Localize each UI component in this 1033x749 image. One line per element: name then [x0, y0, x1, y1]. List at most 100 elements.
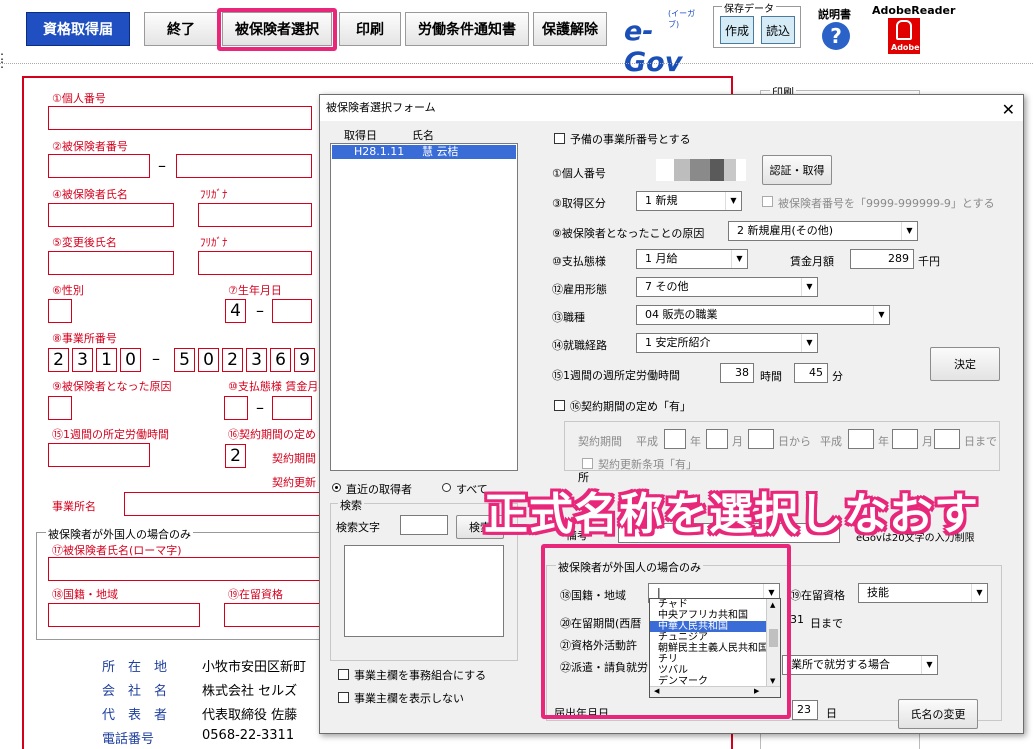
office-digit[interactable]: 2 [48, 348, 69, 372]
cause-select[interactable]: 2 新規雇用(その他) ▼ [728, 221, 918, 241]
insured-number-field-2[interactable] [176, 154, 312, 178]
hours-input[interactable]: 38 [720, 363, 754, 383]
unprotect-button[interactable]: 保護解除 [533, 12, 607, 46]
heisei-label-2: 平成 [820, 435, 842, 448]
print-button[interactable]: 印刷 [339, 12, 401, 46]
weekly-hours-field[interactable] [48, 443, 150, 467]
label-f9: ⑨被保険者となったことの原因 [552, 227, 705, 240]
nationality-field[interactable] [48, 603, 200, 627]
adobe-reader-label: AdobeReader [872, 4, 956, 17]
residence-select[interactable]: 技能 ▼ [858, 583, 988, 603]
cause-field[interactable] [48, 396, 72, 420]
office-digit[interactable]: 3 [72, 348, 93, 372]
adobe-label: Adobe [891, 43, 920, 52]
occupation-select[interactable]: 04 販売の職業 ▼ [636, 305, 890, 325]
search-input[interactable] [400, 515, 448, 535]
help-icon[interactable]: ? [822, 22, 850, 50]
chk-spare-office[interactable] [554, 133, 565, 144]
roman-name-field[interactable] [48, 557, 320, 581]
route-select[interactable]: 1 安定所紹介 ▼ [636, 333, 818, 353]
company-value: 株式会社 セルズ [202, 684, 298, 699]
decide-button[interactable]: 決定 [930, 347, 1000, 381]
birth-era-field[interactable]: 4 [225, 299, 246, 323]
office-digit[interactable]: 9 [294, 348, 315, 372]
insured-number-field-1[interactable] [48, 154, 150, 178]
furigana-field-1[interactable] [198, 203, 312, 227]
employment-select[interactable]: 7 その他 ▼ [636, 277, 818, 297]
spare-office-label: 予備の事業所番号とする [570, 133, 691, 146]
chk-union[interactable] [338, 669, 349, 680]
wage-label: 賃金月額 [790, 255, 834, 268]
close-icon[interactable]: ✕ [1002, 97, 1015, 123]
office-digit[interactable]: 0 [198, 348, 219, 372]
office-digit[interactable]: 0 [120, 348, 141, 372]
office-digit[interactable]: 6 [270, 348, 291, 372]
wage-field[interactable] [272, 396, 312, 420]
office-digit[interactable]: 1 [96, 348, 117, 372]
label-company: 会 社 名 [102, 684, 168, 699]
chk-hide[interactable] [338, 692, 349, 703]
office-digit[interactable]: 3 [246, 348, 267, 372]
birth-date-field[interactable] [272, 299, 312, 323]
labor-notice-button[interactable]: 労働条件通知書 [405, 12, 529, 46]
list-item[interactable]: H28.1.11 慧 云桔 [332, 145, 516, 159]
payment-field[interactable] [224, 396, 248, 420]
residence-until-label: 日まで [810, 617, 843, 630]
chevron-down-icon: ▼ [971, 584, 987, 602]
furigana-field-2[interactable] [198, 251, 312, 275]
search-results[interactable] [344, 545, 504, 637]
chk-insured-num[interactable] [762, 196, 773, 207]
egov-button[interactable]: (イーガブ) e-Gov [620, 8, 702, 78]
sex-field[interactable] [48, 299, 72, 323]
contract-month-from[interactable] [706, 429, 728, 449]
dash: – [256, 301, 264, 320]
chevron-down-icon: ▼ [901, 222, 917, 240]
contract-month-to[interactable] [892, 429, 918, 449]
chk-union-label: 事業主欄を事務組合にする [354, 669, 487, 682]
rename-button[interactable]: 氏名の変更 [898, 699, 978, 729]
heisei-label-1: 平成 [636, 435, 658, 448]
radio-recent[interactable] [332, 483, 341, 492]
label-f19: ⑲在留資格 [790, 589, 845, 602]
label-contract-period: 契約期間 [272, 452, 316, 465]
chk-renew[interactable] [582, 458, 593, 469]
acquire-type-select[interactable]: 1 新規 ▼ [636, 191, 742, 211]
personal-number-field[interactable] [48, 106, 312, 130]
office-digit[interactable]: 5 [174, 348, 195, 372]
contract-year-from[interactable] [664, 429, 686, 449]
notify-day-input[interactable]: 23 [792, 700, 818, 720]
dispatch-value: 業所で就労する場合 [791, 658, 890, 671]
office-digit[interactable]: 2 [222, 348, 243, 372]
payment-select[interactable]: 1 月給 ▼ [636, 249, 748, 269]
radio-all[interactable] [442, 483, 451, 492]
insured-list[interactable]: H28.1.11 慧 云桔 [330, 143, 518, 471]
label-contract: ⑯契約期間の定め [228, 428, 316, 441]
read-button[interactable]: 読込 [761, 16, 795, 44]
employment-value: 7 その他 [645, 280, 689, 293]
wage-input[interactable]: 289 [850, 249, 914, 269]
contract-day-to[interactable] [934, 429, 960, 449]
auth-button[interactable]: 認証・取得 [762, 155, 832, 185]
representative-value: 代表取締役 佐藤 [202, 708, 298, 723]
label-address: 所 在 地 [102, 660, 168, 675]
contract-day-from[interactable] [748, 429, 774, 449]
tel-value: 0568-22-3311 [202, 728, 295, 743]
chk-contract[interactable] [554, 400, 565, 411]
dash: – [158, 156, 166, 175]
changed-name-field[interactable] [48, 251, 174, 275]
contract-year-to[interactable] [848, 429, 874, 449]
adobe-pdf-icon[interactable]: Adobe [888, 18, 920, 54]
office-name-field[interactable] [124, 492, 324, 516]
egov-logo: e-Gov [624, 16, 683, 78]
residence-day-value: 31 [790, 613, 804, 626]
shikaku-button[interactable]: 資格取得届 [26, 12, 130, 46]
create-button[interactable]: 作成 [720, 16, 754, 44]
dispatch-select[interactable]: 業所で就労する場合 ▼ [782, 655, 938, 675]
residence-field[interactable] [224, 603, 320, 627]
contract-field[interactable]: 2 [225, 444, 246, 468]
insured-name-field[interactable] [48, 203, 174, 227]
radio-recent-label: 直近の取得者 [346, 483, 412, 496]
minutes-input[interactable]: 45 [794, 363, 828, 383]
label-weekly-hours: ⑮1週間の所定労働時間 [52, 428, 169, 441]
end-button[interactable]: 終了 [144, 12, 218, 46]
